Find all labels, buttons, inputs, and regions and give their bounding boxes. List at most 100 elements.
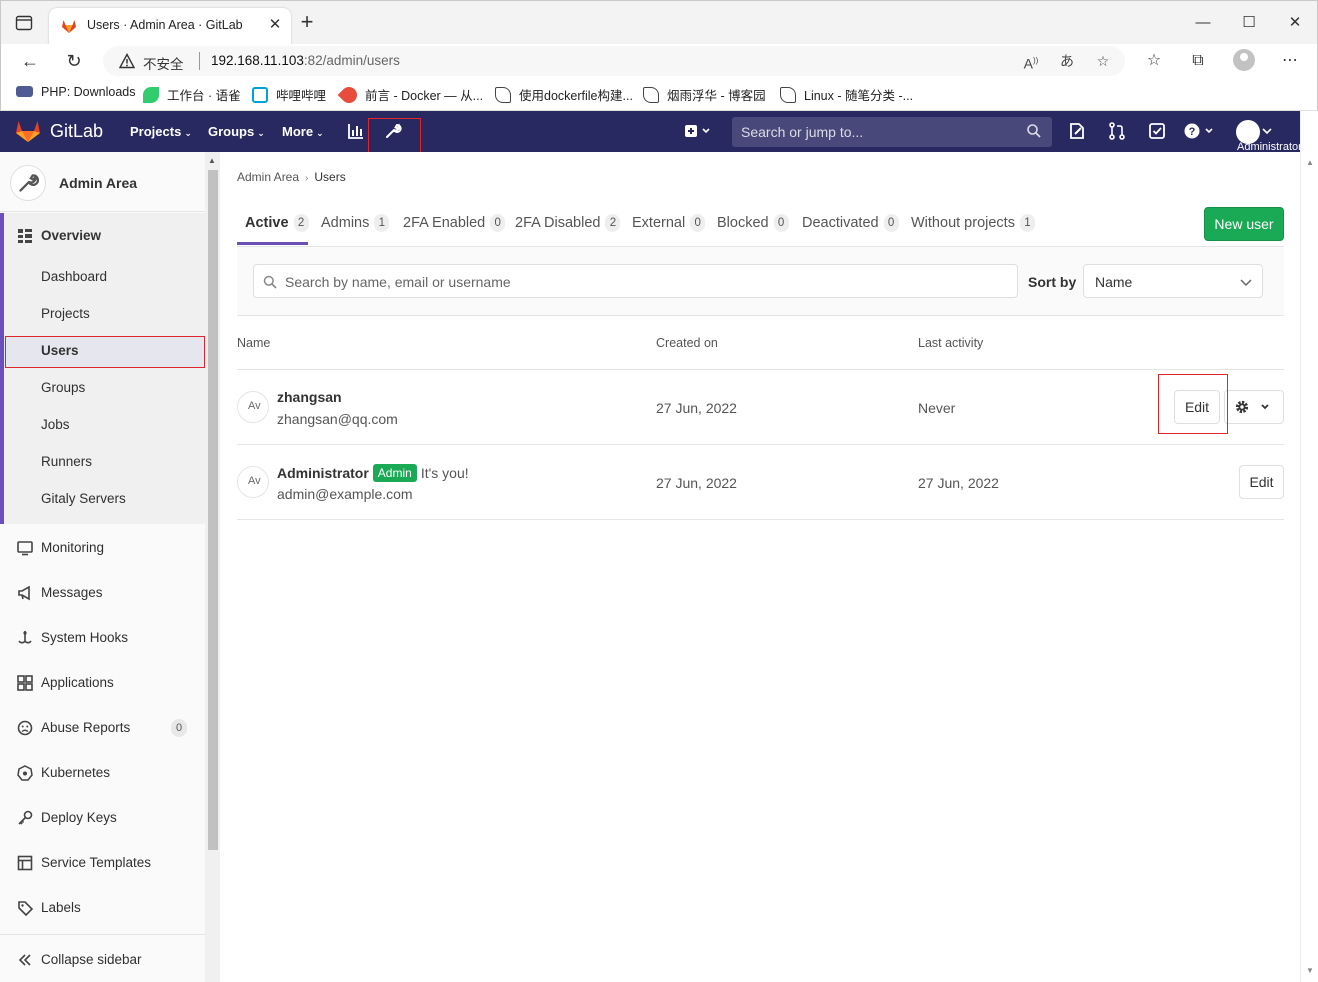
sidebar-item-jobs[interactable]: Jobs (41, 417, 70, 432)
sidebar-item-dashboard[interactable]: Dashboard (41, 269, 107, 284)
sort-dropdown[interactable]: Name (1083, 264, 1263, 298)
window-close-icon[interactable]: ✕ (1285, 13, 1305, 33)
browser-tab[interactable]: Users · Admin Area · GitLab ✕ (49, 8, 291, 45)
sidebar-scrollbar-thumb[interactable] (208, 170, 218, 850)
tab-admins[interactable]: Admins 1 (321, 214, 390, 232)
avatar[interactable]: Av (237, 391, 269, 423)
tab-external[interactable]: External 0 (632, 214, 706, 232)
chevron-down-icon[interactable] (1260, 121, 1274, 141)
gitlab-brand[interactable]: GitLab (50, 121, 103, 142)
merge-requests-icon[interactable] (1107, 121, 1127, 141)
address-bar[interactable]: 不安全 192.168.11.103:82/admin/users A)) あ … (103, 46, 1125, 76)
user-email: zhangsan@qq.com (277, 411, 398, 427)
translate-icon[interactable]: あ (1057, 51, 1077, 71)
sidebar-item-groups[interactable]: Groups (41, 380, 85, 395)
add-favorite-icon[interactable]: ☆ (1093, 51, 1113, 71)
groups-menu[interactable]: Groups ⌄ (208, 124, 265, 139)
more-menu[interactable]: More ⌄ (282, 124, 324, 139)
bookmark-linux[interactable]: Linux - 随笔分类 -... (780, 85, 913, 103)
todos-icon[interactable] (1147, 121, 1167, 141)
global-search-input[interactable]: Search or jump to... (732, 117, 1052, 147)
user-name-link[interactable]: Administrator (277, 465, 369, 481)
reload-icon[interactable]: ↻ (63, 50, 85, 72)
issues-icon[interactable] (1067, 121, 1087, 141)
bookmark-label: 前言 - Docker — 从... (365, 89, 484, 103)
url-host: 192.168.11.103 (211, 53, 304, 68)
tab-deactivated[interactable]: Deactivated 0 (802, 214, 899, 232)
tab-close-icon[interactable]: ✕ (265, 15, 285, 35)
table-row: Av Administrator Admin It's you! admin@exa… (237, 445, 1284, 520)
help-icon[interactable]: ? (1182, 121, 1216, 141)
bookmark-php[interactable]: PHP: Downloads (16, 85, 136, 103)
favorites-icon[interactable]: ☆ (1143, 50, 1165, 72)
new-tab-icon[interactable]: + (297, 11, 317, 33)
browser-menu-icon[interactable]: ⋯ (1279, 50, 1301, 72)
address-toolbar: ← ↻ 不安全 192.168.11.103:82/admin/users A)… (0, 44, 1318, 78)
page-scrollbar[interactable]: ▲ ▼ (1300, 152, 1318, 982)
projects-menu[interactable]: Projects ⌄ (130, 124, 192, 139)
highlight-box-edit (1158, 374, 1228, 434)
tab-without-projects[interactable]: Without projects 1 (911, 214, 1035, 232)
scroll-up-arrow-icon[interactable]: ▲ (208, 156, 216, 165)
user-name-link[interactable]: zhangsan (277, 389, 342, 405)
minimize-icon[interactable]: — (1193, 13, 1213, 33)
search-icon (263, 275, 277, 289)
new-user-button[interactable]: New user (1204, 207, 1284, 241)
user-search-field[interactable] (253, 264, 1018, 298)
bookmark-label: 工作台 · 语雀 (167, 89, 241, 103)
window-menu-icon[interactable] (15, 14, 33, 32)
scroll-up-arrow-icon[interactable]: ▲ (1306, 158, 1314, 167)
column-header-created: Created on (656, 336, 718, 350)
tab-active[interactable]: Active 2 (245, 214, 309, 232)
template-icon (17, 855, 33, 871)
tab-label: External (632, 215, 686, 231)
edit-user-button[interactable]: Edit (1239, 465, 1284, 499)
tab-2fa-disabled[interactable]: 2FA Disabled 2 (515, 214, 621, 232)
scrollbar-top-gap (1300, 111, 1318, 152)
sidebar-item-projects[interactable]: Projects (41, 306, 90, 321)
yuque-icon (143, 87, 159, 103)
gitlab-logo-icon[interactable] (15, 119, 41, 143)
collapse-label: Collapse sidebar (41, 952, 142, 967)
avatar[interactable]: Av (237, 466, 269, 498)
scroll-down-arrow-icon[interactable]: ▼ (1306, 966, 1314, 975)
breadcrumb-chevron-icon: › (305, 173, 309, 184)
bookmark-bilibili[interactable]: 哔哩哔哩 (252, 85, 326, 103)
collapse-sidebar-button[interactable]: Collapse sidebar (0, 934, 205, 982)
admin-sidebar: Admin Area Overview Dashboard Projects U… (0, 152, 220, 982)
tab-2fa-enabled[interactable]: 2FA Enabled 0 (403, 214, 506, 232)
activity-chart-icon[interactable] (346, 121, 366, 141)
menu-label: Projects (130, 124, 182, 139)
tab-label: 2FA Disabled (515, 215, 601, 231)
collections-icon[interactable]: ⧉ (1187, 50, 1209, 72)
bookmark-blog[interactable]: 烟雨浮华 - 博客园 (643, 85, 766, 103)
browser-profile-avatar[interactable] (1233, 49, 1255, 71)
sidebar-item-label: Overview (41, 228, 102, 243)
bookmark-dockerfile[interactable]: 使用dockerfile构建... (495, 85, 633, 103)
bookmark-label: 哔哩哔哩 (276, 89, 327, 103)
tab-count-badge: 0 (883, 214, 899, 232)
hook-icon (18, 631, 32, 644)
sidebar-item-runners[interactable]: Runners (41, 454, 92, 469)
key-icon (18, 810, 33, 825)
php-icon (16, 86, 33, 97)
read-aloud-icon[interactable]: A)) (1021, 51, 1041, 72)
sidebar-item-label: Messages (41, 585, 103, 600)
kubernetes-icon (17, 765, 33, 781)
breadcrumb-users[interactable]: Users (314, 170, 345, 184)
chevron-down-icon (1240, 279, 1252, 287)
tab-blocked[interactable]: Blocked 0 (717, 214, 789, 232)
bookmark-docker[interactable]: 前言 - Docker — 从... (337, 83, 484, 107)
user-created-on: 27 Jun, 2022 (656, 400, 737, 416)
bookmark-yuque[interactable]: 工作台 · 语雀 (143, 85, 241, 103)
sidebar-header[interactable]: Admin Area (0, 152, 205, 212)
back-icon[interactable]: ← (19, 50, 41, 72)
url-path: :82/admin/users (303, 53, 400, 68)
sidebar-item-gitaly-servers[interactable]: Gitaly Servers (41, 491, 126, 506)
breadcrumb-admin-area[interactable]: Admin Area (237, 170, 299, 184)
cnblogs-icon (495, 87, 511, 103)
user-search-input[interactable] (285, 271, 1005, 293)
maximize-icon[interactable]: ☐ (1239, 13, 1259, 33)
user-actions-dropdown[interactable] (1224, 390, 1284, 424)
new-item-plus-icon[interactable] (682, 121, 714, 141)
